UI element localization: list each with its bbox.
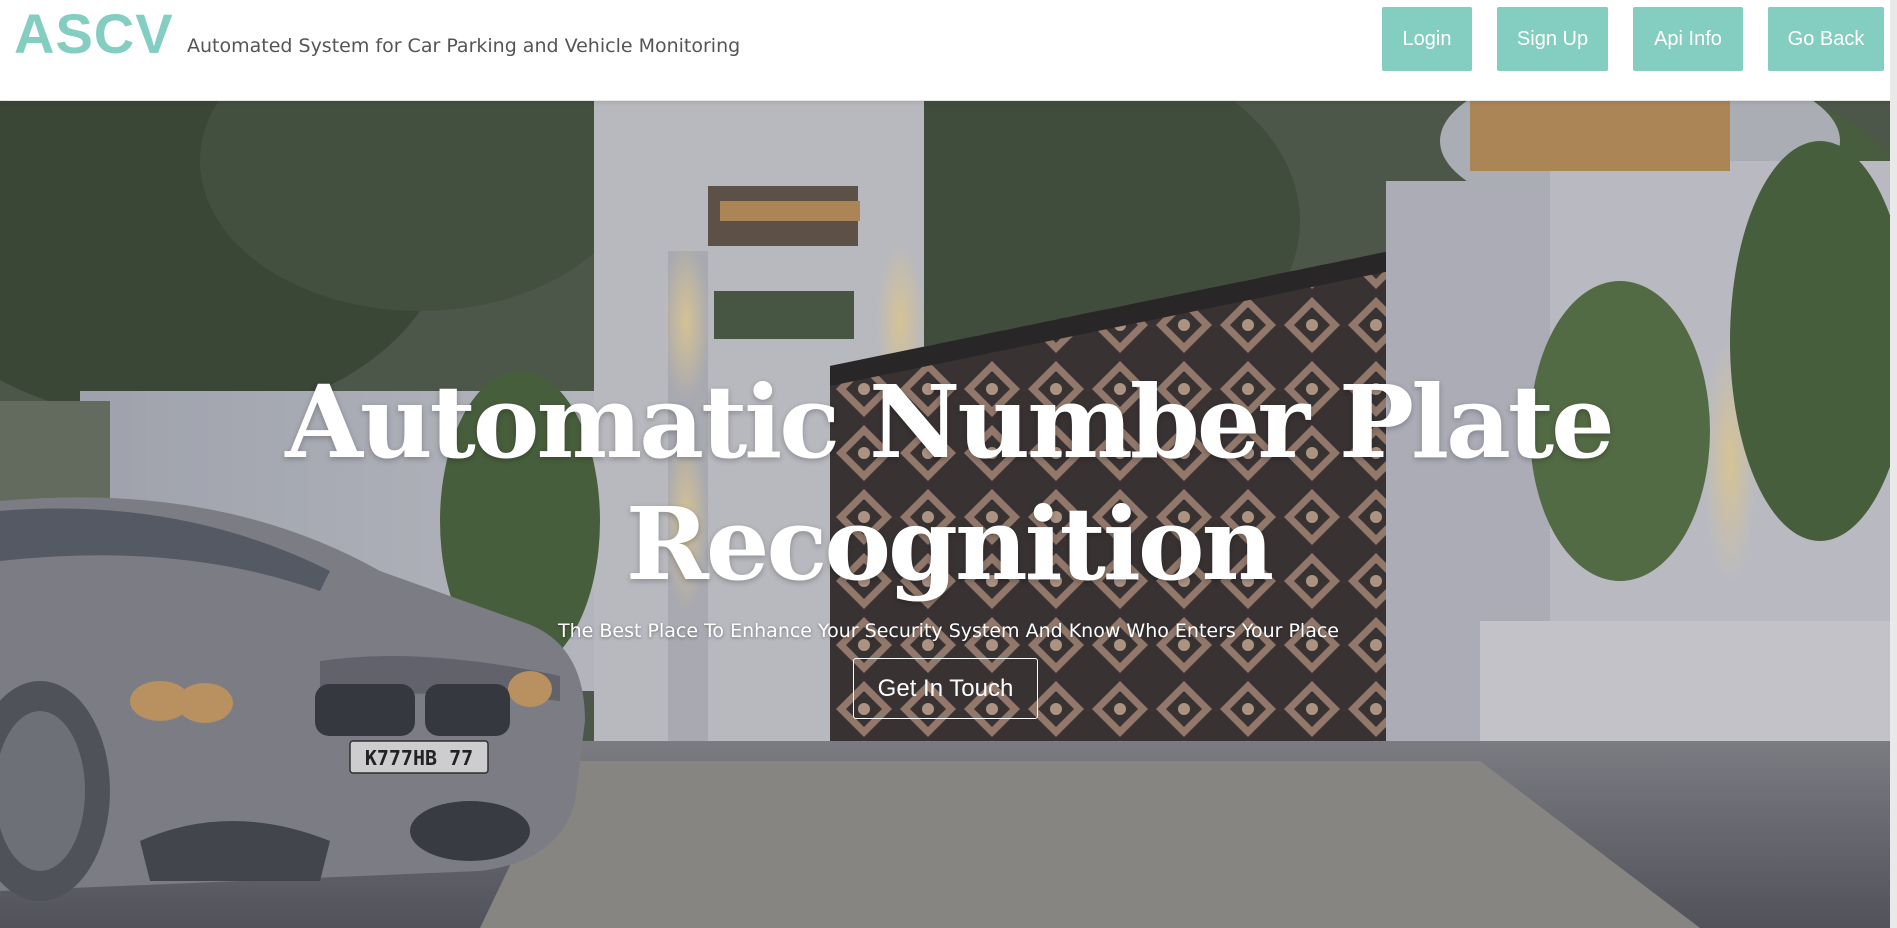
hero-title-line-2: Recognition bbox=[625, 485, 1275, 603]
hero-title-line-1: Automatic Number Plate bbox=[285, 363, 1614, 481]
top-navbar: ASCV Automated System for Car Parking an… bbox=[0, 0, 1897, 101]
hero-title: Automatic Number Plate Recognition bbox=[0, 361, 1897, 605]
signup-button[interactable]: Sign Up bbox=[1497, 7, 1608, 71]
hero-subtitle: The Best Place To Enhance Your Security … bbox=[558, 620, 1339, 642]
get-in-touch-button[interactable]: Get In Touch bbox=[853, 658, 1038, 719]
api-info-button[interactable]: Api Info bbox=[1633, 7, 1743, 71]
page-scrollbar-gutter bbox=[1890, 0, 1897, 928]
brand-tagline: Automated System for Car Parking and Veh… bbox=[187, 35, 741, 57]
login-button[interactable]: Login bbox=[1382, 7, 1472, 71]
hero-section: K777HB 77 Automatic Number Plate Recogni… bbox=[0, 101, 1897, 928]
go-back-button[interactable]: Go Back bbox=[1768, 7, 1884, 71]
brand-logo[interactable]: ASCV bbox=[14, 2, 174, 66]
